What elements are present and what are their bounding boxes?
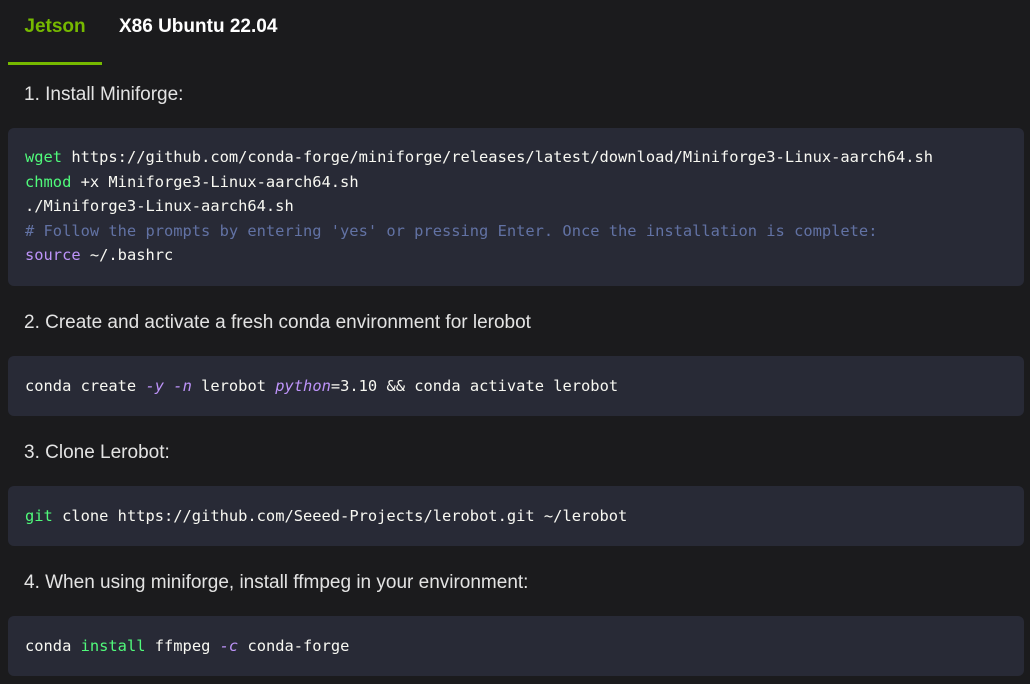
code-text: ffmpeg: [145, 636, 220, 655]
tab-jetson[interactable]: Jetson: [8, 0, 102, 65]
code-text: clone https://github.com/Seeed-Projects/…: [52, 506, 628, 525]
code-text: =3.10 && conda activate lerobot: [330, 376, 619, 395]
step-3-code-block[interactable]: git clone https://github.com/Seeed-Proje…: [8, 486, 1024, 546]
code-command: install: [80, 636, 146, 655]
code-flag: -c: [219, 636, 239, 655]
code-command: wget: [25, 148, 63, 166]
code-line: git clone https://github.com/Seeed-Proje…: [25, 504, 1024, 529]
code-command: chmod: [25, 172, 72, 191]
step-1-heading: 1. Install Miniforge:: [24, 84, 184, 105]
code-text: lerobot: [191, 376, 276, 395]
code-line: chmod +x Miniforge3-Linux-aarch64.sh: [25, 170, 1024, 195]
code-keyword: source: [25, 246, 81, 264]
tab-x86-ubuntu[interactable]: X86 Ubuntu 22.04: [119, 0, 277, 62]
code-text: +x Miniforge3-Linux-aarch64.sh: [71, 172, 359, 191]
code-command: git: [25, 506, 53, 525]
code-line: wget https://github.com/conda-forge/mini…: [25, 145, 1024, 170]
step-4-code-block[interactable]: conda install ffmpeg -c conda-forge: [8, 616, 1024, 676]
code-text: conda-forge: [238, 636, 350, 655]
code-flag: -y: [145, 376, 165, 395]
code-text: https://github.com/conda-forge/miniforge…: [62, 148, 934, 166]
step-2-heading: 2. Create and activate a fresh conda env…: [24, 312, 531, 333]
step-4-heading: 4. When using miniforge, install ffmpeg …: [24, 572, 529, 593]
os-tabs: Jetson X86 Ubuntu 22.04: [0, 0, 1030, 65]
step-3-heading: 3. Clone Lerobot:: [24, 442, 170, 463]
code-line: # Follow the prompts by entering 'yes' o…: [25, 219, 1024, 244]
step-1-code-block[interactable]: wget https://github.com/conda-forge/mini…: [8, 128, 1024, 286]
code-line: conda create -y -n lerobot python=3.10 &…: [25, 374, 1024, 399]
code-text: ~/.bashrc: [80, 246, 174, 264]
code-flag: -n: [173, 376, 192, 395]
code-variable: python: [275, 376, 331, 395]
code-comment: # Follow the prompts by entering 'yes' o…: [25, 221, 878, 240]
code-text: conda create: [25, 376, 146, 395]
code-line: source ~/.bashrc: [25, 243, 1024, 268]
code-line: conda install ffmpeg -c conda-forge: [25, 634, 1024, 659]
code-text: ./Miniforge3-Linux-aarch64.sh: [25, 197, 294, 215]
step-2-code-block[interactable]: conda create -y -n lerobot python=3.10 &…: [8, 356, 1024, 416]
code-line: ./Miniforge3-Linux-aarch64.sh: [25, 194, 1024, 219]
code-text: conda: [25, 636, 81, 655]
